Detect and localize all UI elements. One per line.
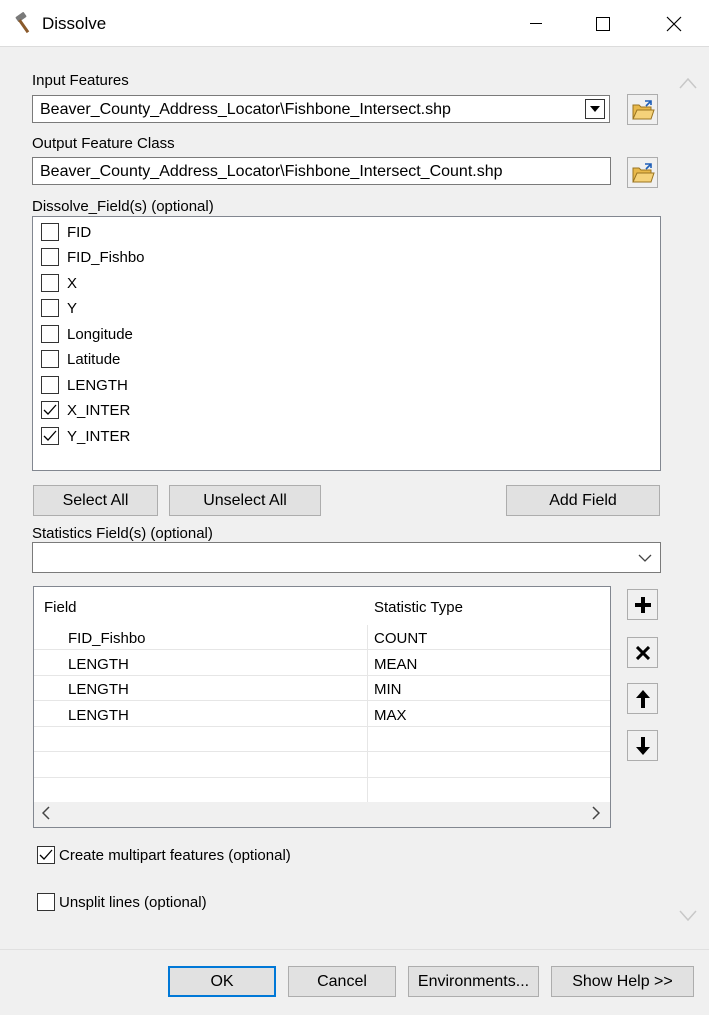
folder-open-icon	[631, 162, 655, 182]
input-features-combo[interactable]: Beaver_County_Address_Locator\Fishbone_I…	[32, 95, 610, 123]
move-down-button[interactable]	[627, 730, 658, 761]
scroll-right-icon[interactable]	[592, 806, 601, 824]
input-features-value: Beaver_County_Address_Locator\Fishbone_I…	[40, 101, 451, 118]
dissolve-field-item[interactable]: X_INTER	[41, 399, 130, 421]
dissolve-field-item[interactable]: X	[41, 272, 77, 294]
minimize-icon	[530, 22, 542, 24]
checkbox[interactable]	[37, 893, 55, 911]
close-icon	[666, 16, 682, 31]
checkbox[interactable]	[41, 248, 59, 266]
output-feature-class-value: Beaver_County_Address_Locator\Fishbone_I…	[40, 163, 503, 180]
maximize-icon	[596, 16, 610, 31]
add-field-button[interactable]: Add Field	[506, 485, 660, 516]
window-title: Dissolve	[42, 14, 107, 33]
checkbox[interactable]	[41, 299, 59, 317]
dissolve-field-item[interactable]: Y_INTER	[41, 425, 130, 447]
arrow-up-icon	[635, 689, 650, 708]
table-row-empty[interactable]	[34, 727, 610, 752]
output-feature-class-label: Output Feature Class	[32, 135, 175, 152]
checkbox[interactable]	[41, 223, 59, 241]
table-header: Field Statistic Type	[34, 587, 610, 625]
dissolve-field-item[interactable]: Latitude	[41, 348, 120, 370]
folder-open-icon	[631, 99, 655, 119]
select-all-button[interactable]: Select All	[33, 485, 158, 516]
dialog-footer: OK Cancel Environments... Show Help >>	[0, 949, 709, 1015]
dissolve-field-item[interactable]: FID	[41, 221, 91, 243]
dissolve-field-item[interactable]: LENGTH	[41, 374, 128, 396]
move-up-button[interactable]	[627, 683, 658, 714]
horizontal-scrollbar[interactable]	[34, 802, 610, 827]
column-header-statistic-type[interactable]: Statistic Type	[374, 599, 463, 616]
input-browse-button[interactable]	[627, 94, 658, 125]
hammer-icon	[12, 11, 36, 35]
column-header-field[interactable]: Field	[44, 599, 77, 616]
table-row[interactable]: FID_Fishbo COUNT	[34, 625, 610, 650]
dissolve-fields-label: Dissolve_Field(s) (optional)	[32, 198, 214, 215]
dissolve-fields-list: FID FID_Fishbo X Y Longitude Latitude LE…	[32, 216, 661, 471]
scroll-up-icon[interactable]	[679, 76, 697, 93]
dropdown-arrow-icon[interactable]	[585, 99, 605, 119]
checkbox-checked[interactable]	[41, 427, 59, 445]
plus-icon	[634, 596, 651, 613]
show-help-button[interactable]: Show Help >>	[551, 966, 694, 997]
delete-x-icon	[635, 645, 650, 660]
table-row-empty[interactable]	[34, 753, 610, 778]
checkbox[interactable]	[41, 325, 59, 343]
multipart-option[interactable]: Create multipart features (optional)	[37, 844, 291, 866]
scroll-down-icon[interactable]	[679, 909, 697, 926]
cancel-button[interactable]: Cancel	[288, 966, 396, 997]
dissolve-field-item[interactable]: Y	[41, 297, 77, 319]
dissolve-field-item[interactable]: FID_Fishbo	[41, 246, 145, 268]
output-feature-class-input[interactable]: Beaver_County_Address_Locator\Fishbone_I…	[32, 157, 611, 185]
unselect-all-button[interactable]: Unselect All	[169, 485, 321, 516]
checkbox-checked[interactable]	[41, 401, 59, 419]
checkmark-icon	[39, 849, 53, 860]
table-row-empty[interactable]	[34, 778, 610, 803]
table-row[interactable]: LENGTH MIN	[34, 676, 610, 701]
minimize-button[interactable]	[513, 0, 559, 47]
checkbox-checked[interactable]	[37, 846, 55, 864]
table-row[interactable]: LENGTH MAX	[34, 702, 610, 727]
checkmark-icon	[43, 404, 57, 415]
unsplit-lines-option[interactable]: Unsplit lines (optional)	[37, 891, 207, 913]
statistics-field-combo[interactable]	[32, 542, 661, 573]
environments-button[interactable]: Environments...	[408, 966, 539, 997]
arrow-down-icon	[635, 736, 650, 755]
ok-button[interactable]: OK	[168, 966, 276, 997]
statistics-fields-label: Statistics Field(s) (optional)	[32, 525, 213, 542]
output-browse-button[interactable]	[627, 157, 658, 188]
close-button[interactable]	[651, 0, 697, 47]
dialog-content: Input Features Beaver_County_Address_Loc…	[0, 48, 709, 948]
maximize-button[interactable]	[580, 0, 626, 47]
checkbox[interactable]	[41, 350, 59, 368]
chevron-down-icon	[638, 554, 652, 562]
title-bar: Dissolve	[0, 0, 709, 47]
input-features-label: Input Features	[32, 72, 129, 89]
table-row[interactable]: LENGTH MEAN	[34, 651, 610, 676]
checkmark-icon	[43, 430, 57, 441]
checkbox[interactable]	[41, 274, 59, 292]
remove-row-button[interactable]	[627, 637, 658, 668]
checkbox[interactable]	[41, 376, 59, 394]
dissolve-field-item[interactable]: Longitude	[41, 323, 133, 345]
add-row-button[interactable]	[627, 589, 658, 620]
scroll-left-icon[interactable]	[41, 806, 50, 824]
statistics-table: Field Statistic Type FID_Fishbo COUNT LE…	[33, 586, 611, 828]
